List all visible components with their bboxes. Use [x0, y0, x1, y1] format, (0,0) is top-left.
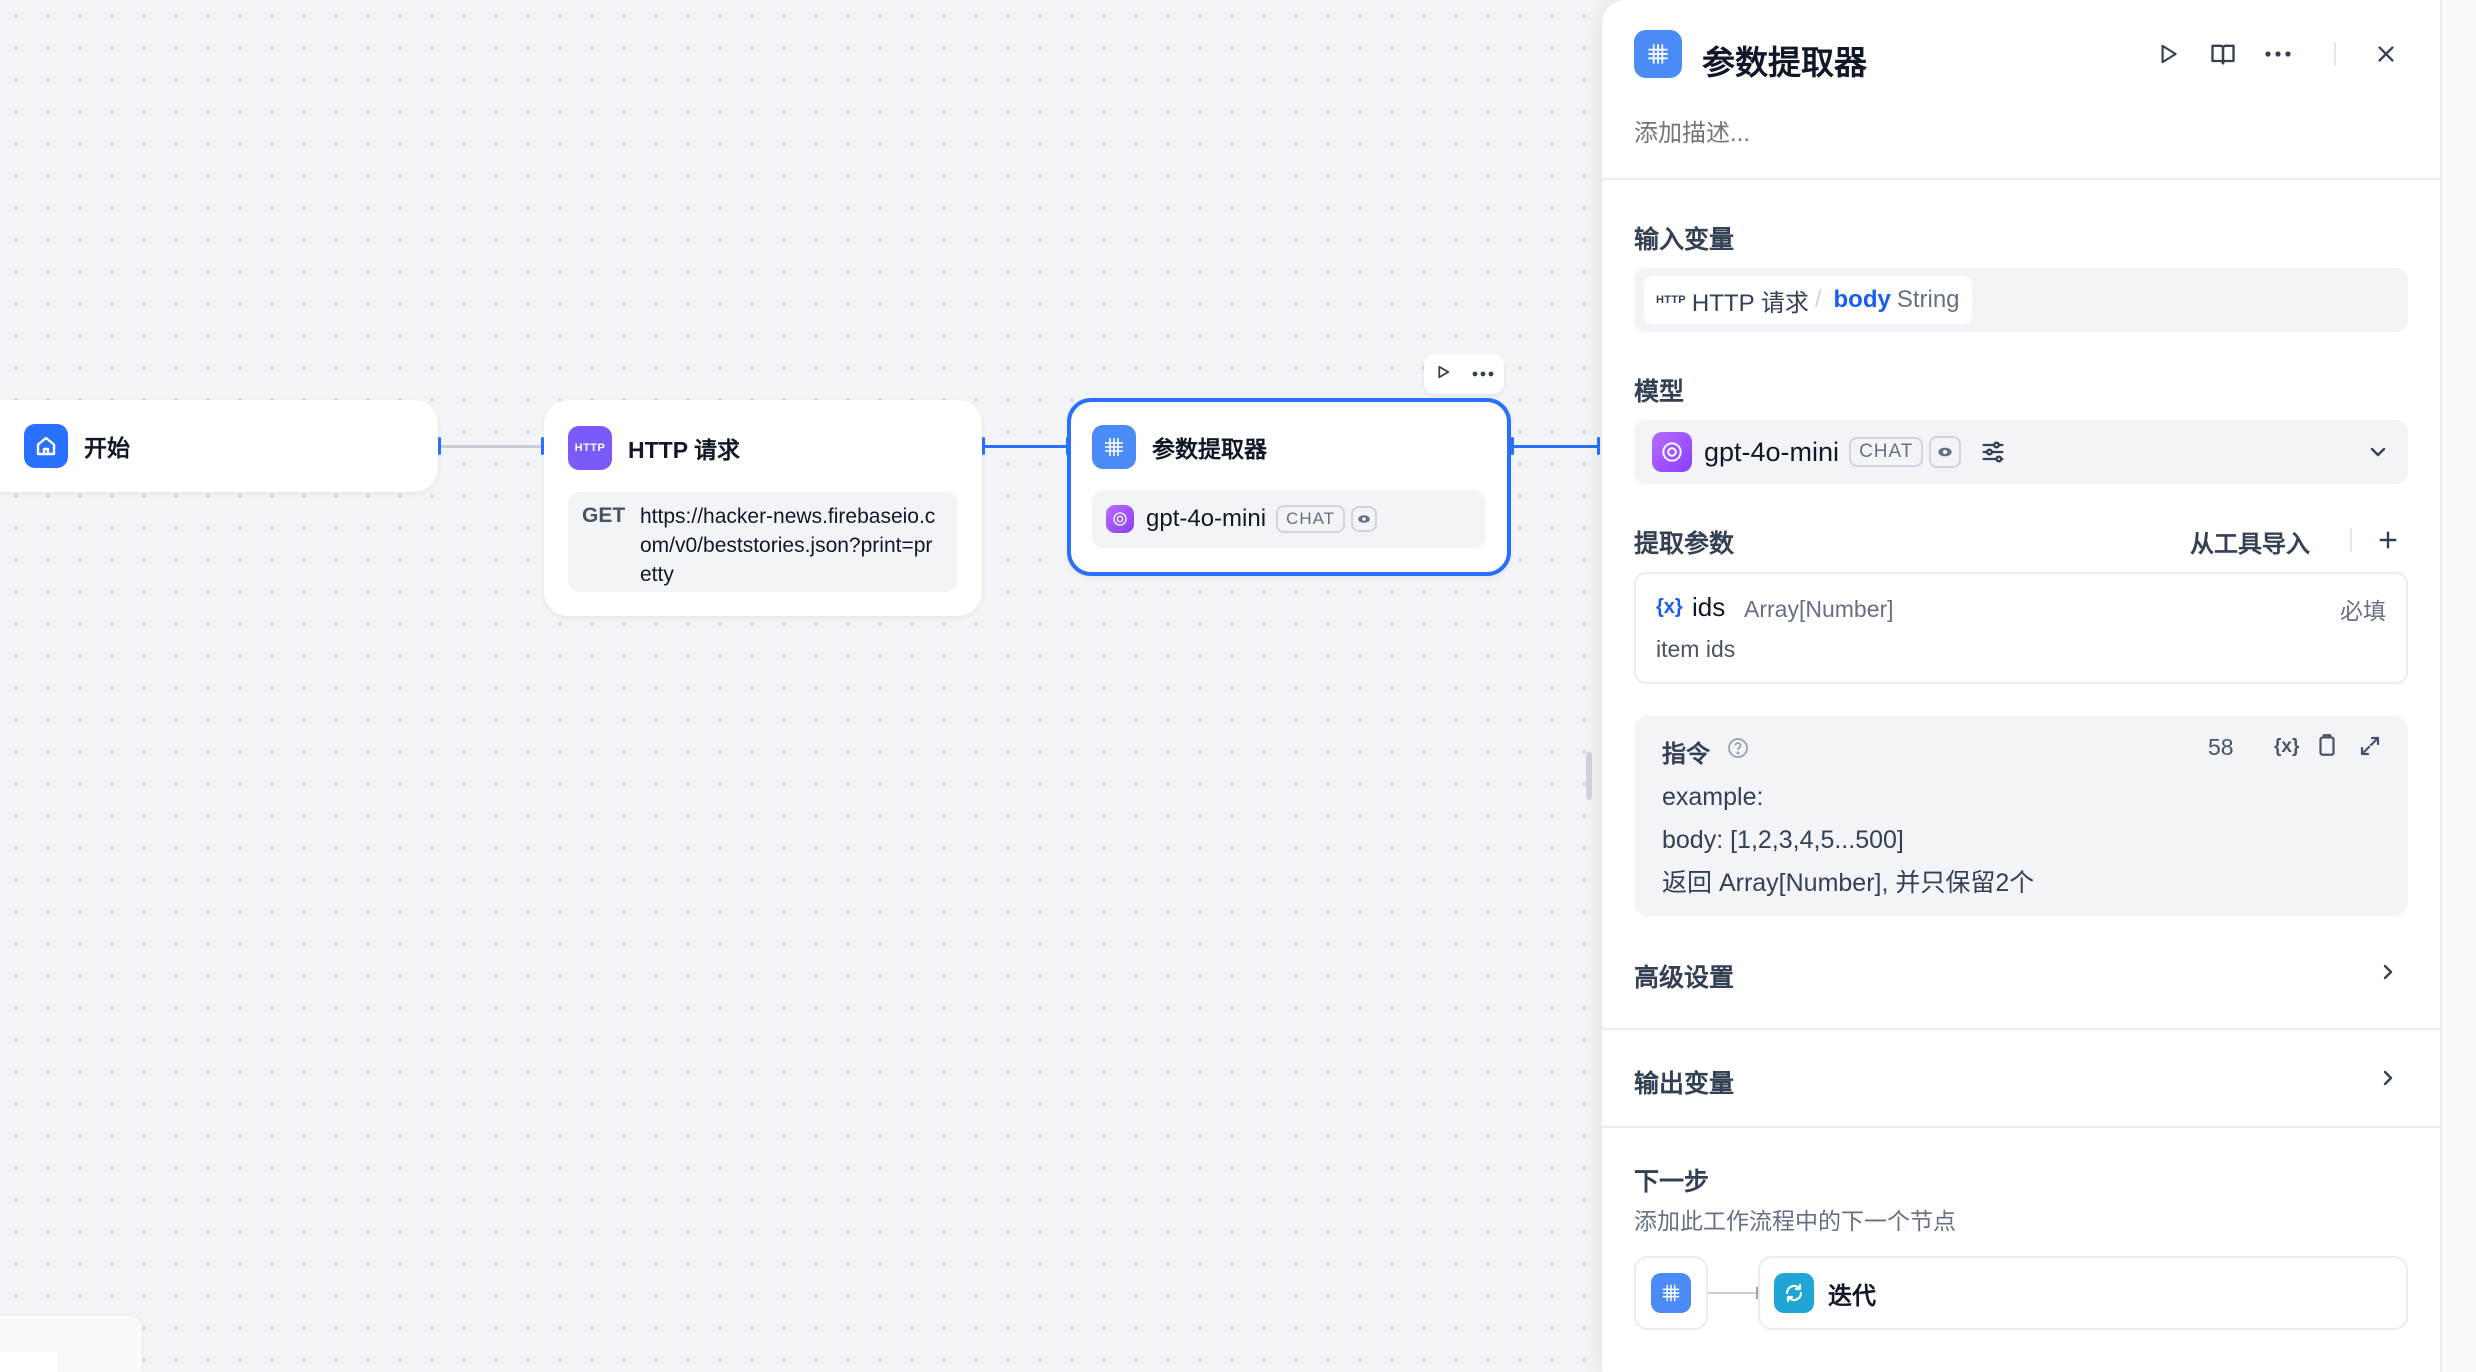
edge-start-to-http — [441, 445, 541, 448]
vision-icon — [1351, 506, 1378, 532]
input-var-separator: / — [1814, 286, 1822, 313]
param-node-input-handle[interactable] — [1066, 437, 1069, 455]
openai-icon — [1652, 432, 1692, 472]
run-step-button[interactable] — [2152, 38, 2184, 70]
params-header-separator — [2350, 528, 2352, 552]
model-settings-icon[interactable] — [1979, 438, 2007, 466]
input-vars-title: 输入变量 — [1634, 226, 1735, 254]
param-node-title: 参数提取器 — [1152, 436, 1267, 462]
model-selector[interactable]: gpt-4o-mini CHAT — [1634, 420, 2408, 484]
panel-resize-handle[interactable] — [1586, 752, 1592, 800]
advanced-settings-toggle[interactable]: 高级设置 — [1602, 940, 2440, 1010]
panel-header-icon — [1634, 30, 1682, 78]
node-more-icon[interactable] — [1472, 365, 1494, 383]
start-node-title: 开始 — [84, 435, 130, 461]
help-icon[interactable] — [1726, 736, 1750, 760]
next-node-iteration[interactable]: 迭代 — [1758, 1256, 2408, 1330]
right-edge-strip — [2440, 0, 2476, 1372]
output-vars-title: 输出变量 — [1634, 1070, 1735, 1098]
insert-variable-icon[interactable]: {x} — [2274, 736, 2299, 758]
more-icon — [2265, 51, 2291, 57]
minimap[interactable] — [0, 1316, 142, 1372]
instruction-text[interactable]: example: body: [1,2,3,4,5...500] 返回 Arra… — [1662, 776, 2034, 905]
param-description: item ids — [1656, 636, 1736, 662]
copy-icon[interactable] — [2314, 732, 2340, 758]
parameter-extractor-node[interactable]: 参数提取器 gpt-4o-mini CHAT — [1066, 398, 1514, 576]
input-var-selector[interactable]: HTTP HTTP 请求 / body String — [1634, 268, 2408, 332]
run-node-icon[interactable] — [1434, 363, 1452, 386]
http-request-details: GET https://hacker-news.firebaseio.com/v… — [568, 492, 958, 592]
more-button[interactable] — [2262, 38, 2294, 70]
instruction-editor[interactable]: 指令 58 {x} example: body: [1,2,3,4,5...50… — [1634, 716, 2408, 916]
http-node-input-handle[interactable] — [541, 437, 544, 455]
output-vars-toggle[interactable]: 输出变量 — [1602, 1046, 2440, 1116]
edge-http-to-param — [985, 445, 1067, 448]
play-icon — [2161, 44, 2177, 64]
next-node-title: 迭代 — [1828, 1282, 1876, 1310]
plus-icon — [2379, 531, 2397, 549]
import-from-tool-button[interactable]: 从工具导入 — [2190, 524, 2310, 559]
add-param-button[interactable] — [2372, 524, 2404, 556]
http-icon: HTTP — [1656, 294, 1686, 306]
param-required: 必填 — [2340, 598, 2386, 624]
close-panel-button[interactable] — [2370, 38, 2402, 70]
model-title: 模型 — [1634, 378, 1685, 406]
input-var-type: String — [1896, 286, 1960, 313]
edge-end-handle — [1597, 437, 1600, 455]
input-var-tag[interactable]: HTTP HTTP 请求 / body String — [1644, 276, 1972, 324]
extract-params-title: 提取参数 — [1634, 530, 1735, 558]
input-var-source: HTTP 请求 — [1691, 289, 1809, 317]
chevron-down-icon[interactable] — [2366, 440, 2390, 464]
panel-title[interactable]: 参数提取器 — [1702, 36, 1867, 84]
instruction-title: 指令 — [1662, 741, 1710, 768]
chat-badge: CHAT — [1849, 437, 1924, 467]
http-node-title: HTTP 请求 — [628, 437, 741, 463]
param-name: ids — [1692, 592, 1726, 622]
openai-icon — [1106, 505, 1134, 533]
http-request-node[interactable]: HTTP HTTP 请求 GET https://hacker-news.fir… — [541, 400, 985, 616]
vision-icon — [1929, 436, 1962, 468]
param-extractor-icon — [1092, 425, 1136, 469]
next-step-connector — [1708, 1292, 1758, 1294]
model-name: gpt-4o-mini — [1704, 436, 1840, 467]
book-icon — [2211, 44, 2235, 65]
header-divider — [1602, 178, 2440, 180]
param-extractor-icon — [1651, 1273, 1691, 1313]
help-docs-button[interactable] — [2207, 38, 2239, 70]
chevron-right-icon — [2376, 1066, 2400, 1090]
close-icon — [2378, 46, 2394, 62]
instruction-line: example: — [1662, 783, 1764, 811]
instruction-line: body: [1,2,3,4,5...500] — [1662, 826, 1904, 854]
current-node-chip — [1634, 1256, 1708, 1330]
next-step-description: 添加此工作流程中的下一个节点 — [1634, 1208, 1956, 1234]
http-icon: HTTP — [568, 426, 612, 470]
chevron-right-icon — [2376, 960, 2400, 984]
iteration-icon — [1774, 1273, 1814, 1313]
variable-icon: {x} — [1656, 596, 1683, 618]
param-node-model-name: gpt-4o-mini — [1146, 505, 1267, 532]
chat-badge: CHAT — [1276, 505, 1346, 533]
param-item[interactable]: {x} ids Array[Number] 必填 item ids — [1634, 572, 2408, 684]
description-input[interactable] — [1634, 114, 2394, 154]
param-node-model: gpt-4o-mini CHAT — [1092, 490, 1486, 548]
param-type: Array[Number] — [1744, 596, 1894, 622]
edge-param-to-next — [1513, 445, 1599, 448]
instruction-char-count: 58 — [2208, 734, 2234, 760]
http-url: https://hacker-news.firebaseio.com/v0/be… — [640, 505, 936, 586]
header-separator — [2334, 42, 2336, 66]
start-node[interactable]: 开始 — [0, 400, 441, 492]
advanced-divider — [1602, 1028, 2440, 1030]
home-icon — [24, 424, 68, 468]
advanced-settings-title: 高级设置 — [1634, 964, 1735, 992]
http-method: GET — [582, 504, 626, 527]
output-divider — [1602, 1126, 2440, 1128]
node-config-panel: 参数提取器 输入变量 HTTP HTTP 请求 / body String 模型… — [1602, 0, 2440, 1372]
expand-icon[interactable] — [2358, 734, 2382, 758]
node-toolbar — [1424, 354, 1504, 394]
next-step-title: 下一步 — [1634, 1168, 1710, 1196]
input-var-name: body — [1833, 286, 1891, 313]
instruction-line: 返回 Array[Number], 并只保留2个 — [1662, 869, 2035, 897]
